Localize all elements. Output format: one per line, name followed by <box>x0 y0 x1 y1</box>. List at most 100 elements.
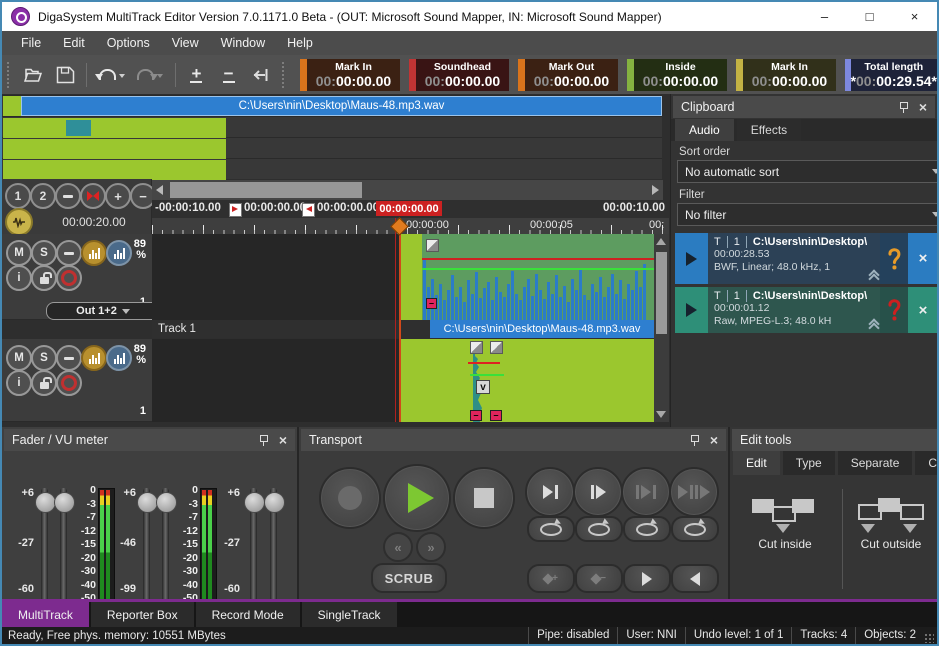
pin-icon[interactable] <box>898 101 909 114</box>
zoom-preset-1-button[interactable]: 1 <box>5 183 31 209</box>
track1-level-line-red[interactable] <box>422 258 654 260</box>
overview-track4-bar[interactable] <box>3 160 226 180</box>
menu-item-0[interactable]: File <box>10 31 52 55</box>
loop-4-button[interactable] <box>671 516 719 542</box>
track1-solo-button[interactable]: S <box>31 240 57 266</box>
play-around-button[interactable] <box>669 467 719 517</box>
clipboard-entry-1[interactable]: T 1 C:\Users\nin\Desktop\ 00:00:28.53 BW… <box>675 233 938 284</box>
scrub-button[interactable]: SCRUB <box>371 563 447 593</box>
track1-gain-marker[interactable]: – <box>426 298 437 309</box>
add-marker-button[interactable]: + <box>527 564 575 593</box>
overview-teal-segment[interactable] <box>66 120 91 136</box>
play-to-cursor-button[interactable] <box>525 467 575 517</box>
zoom-collapse-button[interactable] <box>55 183 81 209</box>
playhead-line[interactable] <box>399 218 401 422</box>
track2-info-button[interactable]: i <box>6 370 32 396</box>
mark-out-flag-icon[interactable] <box>302 203 315 217</box>
track2-collapse-button[interactable] <box>56 345 82 371</box>
undo-button[interactable] <box>95 61 128 89</box>
mon-fader-left-knob[interactable] <box>244 492 265 513</box>
menu-item-4[interactable]: Window <box>210 31 276 55</box>
close-panel-icon[interactable]: × <box>710 433 718 447</box>
waveform-zoom-button[interactable] <box>5 208 33 236</box>
track2-clip-body[interactable] <box>400 339 654 422</box>
track1-fade-handle[interactable] <box>426 239 439 252</box>
toolbar-grip[interactable] <box>282 62 287 88</box>
overview-clip-fragment[interactable] <box>3 96 21 116</box>
zoom-to-marks-button[interactable] <box>80 183 106 209</box>
track1-lock-button[interactable] <box>31 265 57 291</box>
toolbar-grip[interactable] <box>7 62 12 88</box>
track1-clip-title-bar[interactable]: C:\Users\nin\Desktop\Maus-48.mp3.wav <box>430 320 654 338</box>
zoom-in-button[interactable]: + <box>183 61 209 89</box>
zoom-in-circle-button[interactable] <box>105 183 131 209</box>
menu-item-2[interactable]: Options <box>96 31 161 55</box>
track2-volume-marker[interactable]: v <box>476 380 490 394</box>
expand-icon[interactable] <box>870 275 878 283</box>
scroll-up-icon[interactable] <box>656 238 666 245</box>
menu-item-5[interactable]: Help <box>276 31 324 55</box>
clipboard-entry-2[interactable]: T 1 C:\Users\nin\Desktop\ 00:00:01.12 Ra… <box>675 287 938 333</box>
tab-record-mode[interactable]: Record Mode <box>196 602 300 627</box>
next-marker-button[interactable] <box>623 564 671 593</box>
stop-button[interactable] <box>453 467 515 529</box>
track1-info-button[interactable]: i <box>6 265 32 291</box>
track2-mute-button[interactable]: M <box>6 345 32 371</box>
filter-select[interactable]: No filter <box>677 203 939 226</box>
tab-type[interactable]: Type <box>783 451 835 475</box>
scroll-right-icon[interactable] <box>652 185 659 195</box>
loop-1-button[interactable] <box>527 516 575 542</box>
track2-gain-marker-right[interactable]: – <box>490 410 502 421</box>
record-button[interactable] <box>319 467 381 529</box>
scroll-down-icon[interactable] <box>656 411 666 418</box>
track1-output-select[interactable]: Out 1+2 <box>46 302 160 320</box>
out-fader-left-knob[interactable] <box>137 492 158 513</box>
remove-marker-button[interactable]: − <box>575 564 623 593</box>
play-button[interactable] <box>383 464 451 532</box>
tab-reporter-box[interactable]: Reporter Box <box>91 602 194 627</box>
menu-item-1[interactable]: Edit <box>52 31 96 55</box>
track2-level-line-green[interactable] <box>470 374 504 376</box>
tab-singletrack[interactable]: SingleTrack <box>302 602 397 627</box>
track2-waveform-mode-button[interactable] <box>81 345 107 371</box>
track2-solo-button[interactable]: S <box>31 345 57 371</box>
entry2-play-button[interactable] <box>675 287 708 333</box>
resize-grip[interactable] <box>924 633 934 643</box>
pin-icon[interactable] <box>689 434 700 447</box>
snap-to-marker-button[interactable] <box>248 61 274 89</box>
track2-fade-handle-left[interactable] <box>470 341 483 354</box>
minimize-button[interactable]: – <box>802 2 847 31</box>
track2-gain-marker-left[interactable]: – <box>470 410 482 421</box>
track2-lock-button[interactable] <box>31 370 57 396</box>
timeline-scrollbar-thumb[interactable] <box>170 182 362 198</box>
mark-in-flag-icon[interactable] <box>229 203 242 217</box>
track1-mute-button[interactable]: M <box>6 240 32 266</box>
previous-marker-button[interactable] <box>671 564 719 593</box>
tab-multitrack[interactable]: MultiTrack <box>2 602 89 627</box>
close-panel-icon[interactable]: × <box>279 433 287 447</box>
save-button[interactable] <box>52 61 78 89</box>
tab-edit[interactable]: Edit <box>733 451 780 475</box>
track1-clip-head[interactable] <box>400 234 422 320</box>
play-selection-button[interactable] <box>621 467 671 517</box>
entry1-body[interactable]: T 1 C:\Users\nin\Desktop\ 00:00:28.53 BW… <box>708 233 880 284</box>
entry1-play-button[interactable] <box>675 233 708 284</box>
entry2-body[interactable]: T 1 C:\Users\nin\Desktop\ 00:00:01.12 Ra… <box>708 287 880 333</box>
overview-track2-bar[interactable] <box>3 118 226 138</box>
scroll-left-icon[interactable] <box>156 185 163 195</box>
pin-icon[interactable] <box>258 434 269 447</box>
zoom-preset-2-button[interactable]: 2 <box>30 183 56 209</box>
entry1-prelisten-button[interactable] <box>880 233 908 284</box>
track1-level-line-green[interactable] <box>422 268 654 270</box>
play-from-cursor-button[interactable] <box>573 467 623 517</box>
expand-icon[interactable] <box>870 324 878 332</box>
open-file-button[interactable] <box>20 61 46 89</box>
close-button[interactable]: × <box>892 2 937 31</box>
redo-button[interactable] <box>134 61 167 89</box>
entry1-delete-button[interactable]: × <box>908 233 938 284</box>
track2-fade-handle-right[interactable] <box>490 341 503 354</box>
zoom-out-button[interactable]: − <box>216 61 242 89</box>
track2-level-line-red[interactable] <box>468 362 500 364</box>
mon-fader-right-knob[interactable] <box>264 492 285 513</box>
tab-effects[interactable]: Effects <box>737 119 801 141</box>
